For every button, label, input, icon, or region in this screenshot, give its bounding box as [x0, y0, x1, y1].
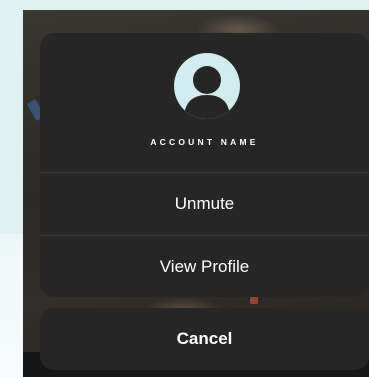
account-name: ACCOUNT NAME [150, 137, 259, 147]
backdrop-detail [250, 296, 258, 304]
action-sheet-header: ACCOUNT NAME [40, 33, 369, 172]
view-profile-button[interactable]: View Profile [40, 236, 369, 297]
action-sheet: ACCOUNT NAME Unmute View Profile [40, 33, 369, 297]
user-avatar-icon [174, 53, 240, 119]
cancel-button[interactable]: Cancel [40, 308, 369, 370]
unmute-button[interactable]: Unmute [40, 173, 369, 235]
